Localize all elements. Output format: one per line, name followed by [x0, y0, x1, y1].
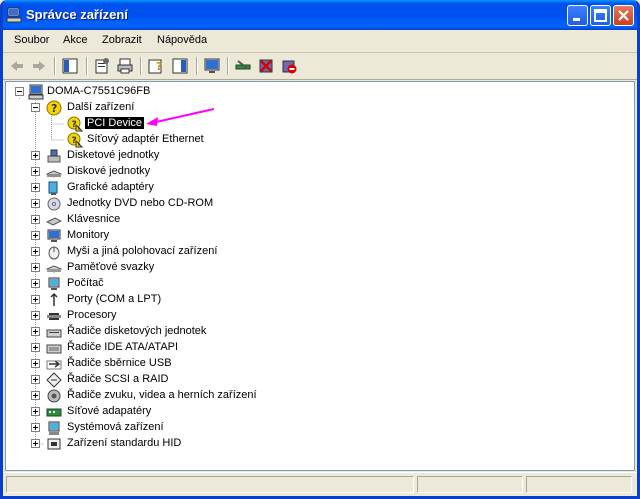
toolbar: ? [3, 53, 637, 80]
svg-text:?: ? [156, 60, 162, 73]
title-bar[interactable]: Správce zařízení [3, 0, 637, 30]
window-title: Správce zařízení [26, 7, 128, 22]
menu-zobrazit[interactable]: Zobrazit [102, 34, 142, 46]
menu-napoveda[interactable]: Nápověda [157, 34, 207, 46]
uninstall-icon[interactable] [257, 57, 275, 75]
toolbar-separator [196, 57, 198, 75]
minimize-button[interactable] [567, 5, 588, 26]
menu-soubor[interactable]: Soubor [14, 34, 49, 46]
toolbar-separator [227, 57, 229, 75]
status-bar [3, 472, 637, 496]
toolbar-separator [86, 57, 88, 75]
minimize-icon [573, 18, 580, 21]
menu-bar: Soubor Akce Zobrazit Nápověda [3, 30, 637, 53]
monitor-icon[interactable] [203, 57, 221, 75]
menu-akce[interactable]: Akce [63, 34, 87, 46]
annotation-arrow [146, 108, 215, 126]
close-icon [618, 10, 629, 21]
scan-hardware-icon[interactable] [234, 57, 252, 75]
status-cell-2 [417, 476, 523, 493]
print-icon[interactable] [116, 57, 134, 75]
help-icon[interactable]: ? [147, 57, 165, 75]
device-manager-app-icon [6, 7, 22, 23]
toolbar-separator [54, 57, 56, 75]
back-icon[interactable] [8, 57, 26, 75]
device-manager-window: Správce zařízení Soubor Akce Zobrazit Ná… [0, 0, 640, 499]
status-cell-3 [526, 476, 632, 493]
maximize-icon [594, 9, 607, 22]
view-icon[interactable] [171, 57, 189, 75]
console-tree-icon[interactable] [61, 57, 79, 75]
maximize-button[interactable] [590, 5, 611, 26]
properties-icon[interactable] [93, 57, 111, 75]
close-button[interactable] [613, 5, 634, 26]
forward-icon[interactable] [30, 57, 48, 75]
device-tree[interactable]: DOMA-C7551C96FB? Další zařízení? PCI Devic… [5, 81, 635, 471]
status-cell-main [6, 476, 414, 493]
disable-icon[interactable] [280, 57, 298, 75]
toolbar-separator [140, 57, 142, 75]
